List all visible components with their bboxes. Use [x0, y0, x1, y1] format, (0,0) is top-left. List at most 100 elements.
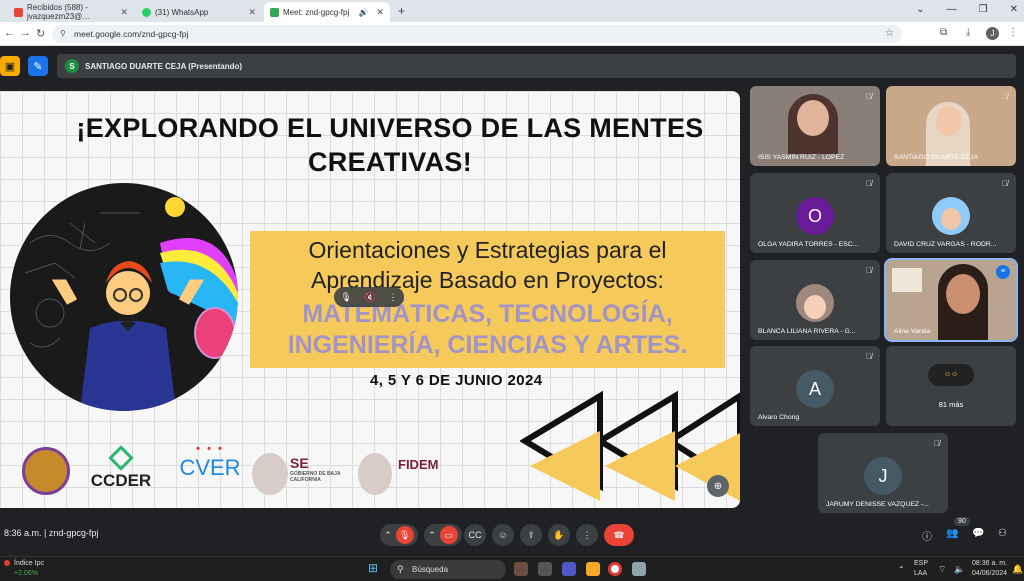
- menu-icon[interactable]: ⋮: [1008, 27, 1018, 38]
- participant-tile[interactable]: 🎙̸ ISIS YASMIN RUIZ - LOPEZ: [750, 86, 880, 166]
- chat-icon[interactable]: 💬: [972, 528, 984, 539]
- search-placeholder: Búsqueda: [412, 565, 449, 574]
- task-view-icon[interactable]: [538, 562, 552, 576]
- participant-avatar: J: [864, 457, 902, 495]
- tab-whatsapp[interactable]: (31) WhatsApp ✕: [136, 2, 262, 22]
- tab-meet[interactable]: Meet: znd-gpcg-fpj 🔊 ✕: [264, 2, 390, 22]
- mic-off-icon[interactable]: 🎙: [340, 292, 351, 303]
- file-explorer-icon[interactable]: [586, 562, 600, 576]
- back-icon[interactable]: ←: [4, 27, 15, 39]
- reactions-button[interactable]: ☺: [492, 524, 514, 546]
- download-icon[interactable]: ⤓: [966, 27, 970, 38]
- close-icon[interactable]: ✕: [248, 7, 256, 18]
- address-bar-row: ← → ↻ ⚲ meet.google.com/znd-gpcg-fpj ☆ ⧉…: [0, 22, 1024, 46]
- camera-off-icon[interactable]: ▭: [439, 526, 458, 544]
- ccder-logo: CCDER: [86, 445, 156, 491]
- presenter-banner: S SANTIAGO DUARTE CEJA (Presentando): [57, 54, 1016, 78]
- tray-chevron-icon[interactable]: ⌃: [898, 565, 905, 574]
- participant-tile[interactable]: 🎙̸ DAVID CRUZ VARGAS - RODR...: [886, 173, 1016, 253]
- dropdown-icon[interactable]: ⌄: [916, 4, 924, 15]
- more-options-button[interactable]: ⋮: [576, 524, 598, 546]
- raise-hand-button[interactable]: ✋: [548, 524, 570, 546]
- cver-text: CVER: [179, 455, 241, 480]
- taskbar-search[interactable]: ⚲ Búsqueda: [390, 560, 506, 579]
- app-icon[interactable]: [632, 562, 646, 576]
- meet-controls-bar: 8:36 a.m. | znd-gpcg-fpj ⌃ 🎙 ⌃ ▭ CC ☺ ⇪ …: [0, 516, 1024, 554]
- participant-name: Alvaro Chong: [758, 414, 800, 421]
- clock-time[interactable]: 08:36 a. m.: [972, 560, 1007, 567]
- mic-off-icon: 🎙̸: [866, 179, 872, 188]
- present-button[interactable]: ⇪: [520, 524, 542, 546]
- chrome-icon[interactable]: [608, 562, 622, 576]
- mic-off-icon: 🎙̸: [934, 439, 940, 448]
- bookmark-star-icon[interactable]: ☆: [885, 25, 894, 43]
- notification-icon[interactable]: 🔔: [1012, 564, 1023, 575]
- maximize-button[interactable]: ❐: [979, 4, 988, 15]
- participant-tile[interactable]: J 🎙̸ JARUMY DENISSE VAZQUEZ -...: [818, 433, 948, 513]
- participant-tile[interactable]: 🎙̸ BLANCA LILIANA RIVERA - G...: [750, 260, 880, 340]
- more-options-icon[interactable]: ⋮: [389, 292, 398, 303]
- windows-start-icon[interactable]: ⊞: [368, 561, 378, 575]
- new-tab-button[interactable]: +: [398, 4, 405, 18]
- participant-name: SANTIAGO DUARTE CEJA: [894, 154, 979, 161]
- mic-off-icon: 🎙̸: [866, 92, 872, 101]
- forward-icon[interactable]: →: [20, 27, 31, 39]
- leave-call-button[interactable]: ☎: [604, 524, 634, 546]
- mic-off-icon: 🎙̸: [1002, 179, 1008, 188]
- reload-icon[interactable]: ↻: [36, 27, 45, 40]
- tab-label: (31) WhatsApp: [155, 7, 209, 17]
- close-icon[interactable]: ✕: [376, 7, 384, 18]
- participant-tile-speaking[interactable]: ≡ Aline Varela: [884, 258, 1018, 342]
- stop-presenting-icon[interactable]: ▣: [0, 56, 20, 76]
- chevron-up-icon[interactable]: ⌃: [428, 530, 436, 541]
- screen: { "browser":{ "tabs":[ {"label":"Recibid…: [0, 0, 1024, 581]
- info-icon[interactable]: ⓘ: [922, 528, 932, 543]
- site-info-icon[interactable]: ⚲: [60, 25, 66, 43]
- mic-button[interactable]: ⌃ 🎙: [380, 524, 418, 546]
- tab-gmail[interactable]: Recibidos (588) - jvazquezm23@… ✕: [8, 2, 134, 22]
- widget-app-icon[interactable]: [514, 562, 528, 576]
- participant-tile[interactable]: O 🎙̸ OLGA YADIRA TORRES - ESC...: [750, 173, 880, 253]
- minimize-button[interactable]: —: [947, 4, 957, 15]
- fidem-logo: FIDEM: [398, 457, 439, 472]
- presenter-avatar: S: [65, 59, 79, 73]
- extensions-icon[interactable]: ⧉: [940, 27, 947, 38]
- activities-icon[interactable]: ⚇: [998, 528, 1007, 539]
- stock-change: +2.06%: [14, 570, 38, 577]
- teams-icon[interactable]: [562, 562, 576, 576]
- mic-off-icon: 🎙̸: [866, 266, 872, 275]
- mic-off-icon[interactable]: 🎙: [395, 526, 414, 544]
- participant-avatar: O: [796, 197, 834, 235]
- participant-face: [804, 295, 826, 319]
- close-window-button[interactable]: ✕: [1010, 4, 1018, 15]
- lang-top[interactable]: ESP: [914, 560, 928, 567]
- participant-tile[interactable]: A 🎙̸ Alvaro Chong: [750, 346, 880, 426]
- participant-tile[interactable]: 🎙̸ SANTIAGO DUARTE CEJA: [886, 86, 1016, 166]
- url-input[interactable]: ⚲ meet.google.com/znd-gpcg-fpj ☆: [52, 25, 902, 43]
- wifi-icon[interactable]: ⌔: [938, 564, 946, 575]
- close-icon[interactable]: ✕: [120, 7, 128, 18]
- lang-bottom[interactable]: LAA: [914, 570, 927, 577]
- stock-name[interactable]: Índice Ipc: [14, 560, 44, 567]
- more-participants-tile[interactable]: ☺☺ 81 más: [886, 346, 1016, 426]
- hang-up-icon: ☎: [613, 529, 625, 540]
- presenter-label: SANTIAGO DUARTE CEJA (Presentando): [85, 61, 243, 71]
- zoom-icon[interactable]: ⊕: [707, 475, 729, 497]
- chevron-up-icon[interactable]: ⌃: [384, 530, 392, 541]
- search-icon: ⚲: [397, 564, 404, 574]
- clock-date[interactable]: 04/06/2024: [972, 570, 1007, 577]
- camera-button[interactable]: ⌃ ▭: [424, 524, 462, 546]
- presenter-audio-controls[interactable]: 🎙 🔇 ⋮: [334, 287, 404, 307]
- meeting-time: 8:36 a.m. | znd-gpcg-fpj: [4, 528, 99, 538]
- sound-off-icon[interactable]: 🔇: [365, 292, 376, 303]
- annotate-icon[interactable]: ✎: [28, 56, 48, 76]
- participant-face: [936, 106, 962, 136]
- people-icon[interactable]: 👥: [946, 528, 958, 539]
- captions-button[interactable]: CC: [464, 524, 486, 546]
- subtitle-box: Orientaciones y Estrategias para el Apre…: [250, 231, 725, 368]
- volume-icon[interactable]: 🔈: [954, 564, 965, 575]
- participant-face: [797, 100, 829, 136]
- participant-name: OLGA YADIRA TORRES - ESC...: [758, 241, 859, 248]
- whatsapp-icon: [142, 7, 151, 17]
- profile-avatar[interactable]: J: [986, 27, 999, 40]
